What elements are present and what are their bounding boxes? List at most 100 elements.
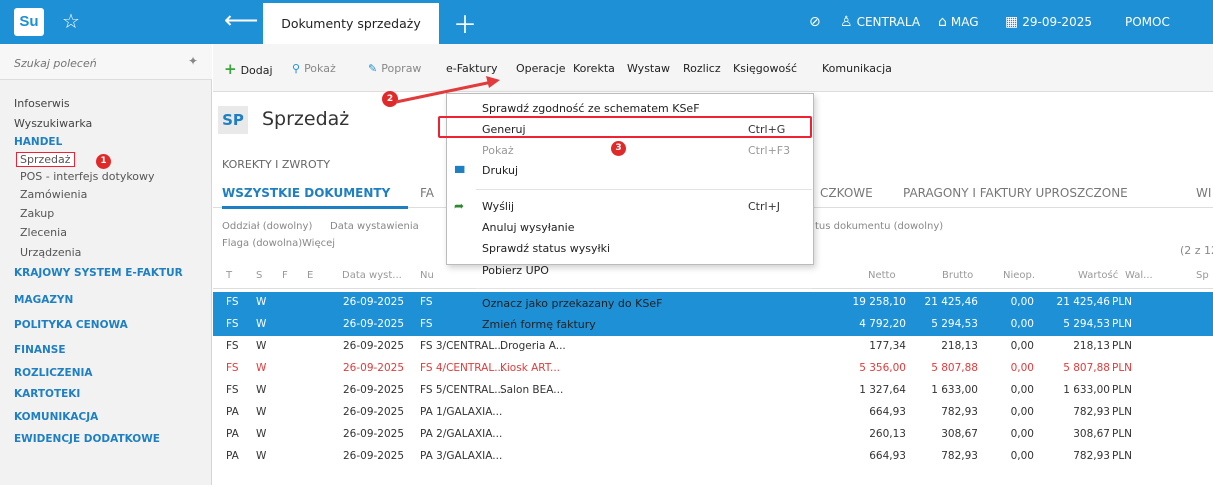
tab-korekty[interactable]: KOREKTY I ZWROTY xyxy=(222,158,330,171)
menu-item[interactable]: Oznacz jako przekazany do KSeF xyxy=(482,297,662,310)
tab-fa[interactable]: FA xyxy=(420,186,434,200)
table-row[interactable]: PA W 26-09-2025 PA 1/GALAXIA... 664,93 782,93… xyxy=(213,402,1213,424)
cell-netto: 19 258,10 xyxy=(852,296,906,308)
col-nieop[interactable]: Nieop. xyxy=(1003,270,1035,281)
record-count: (2 z 12 xyxy=(1180,244,1213,257)
menu-item[interactable]: Sprawdź zgodność ze schematem KSeF xyxy=(482,102,700,115)
cell-data: 26-09-2025 xyxy=(343,318,405,330)
sidebar-item-pos[interactable]: POS - interfejs dotykowy xyxy=(20,170,155,183)
wystaw-menu[interactable]: Wystaw xyxy=(627,62,670,75)
sidebar-section-handel[interactable]: HANDEL xyxy=(14,136,62,148)
cell-nieop: 0,00 xyxy=(1010,362,1034,374)
cell-wal: PLN xyxy=(1112,406,1133,418)
sidebar-item-zlecenia[interactable]: Zlecenia xyxy=(20,226,67,239)
cell-wartosc: 21 425,46 xyxy=(1056,296,1110,308)
menu-item[interactable]: Drukuj xyxy=(482,164,518,177)
filter-status[interactable]: tus dokumentu (dowolny) xyxy=(815,221,943,232)
cell-wal: PLN xyxy=(1112,296,1133,308)
menu-item[interactable]: Sprawdź status wysyłki xyxy=(482,242,610,255)
sidebar-item-zakup[interactable]: Zakup xyxy=(20,207,54,220)
sidebar-item-zamowienia[interactable]: Zamówienia xyxy=(20,188,87,201)
calendar-icon: ▦ xyxy=(1005,14,1019,30)
korekta-menu[interactable]: Korekta xyxy=(573,62,615,75)
table-row[interactable]: FS W 26-09-2025 FS 4 792,20 5 294,53 0,00 5 294… xyxy=(213,314,1213,336)
cell-nieop: 0,00 xyxy=(1010,296,1034,308)
cell-netto: 5 356,00 xyxy=(859,362,906,374)
col-wal[interactable]: Wal... xyxy=(1125,270,1153,281)
search-input[interactable] xyxy=(14,54,174,72)
tab-paragony[interactable]: PARAGONY I FAKTURY UPROSZCZONE xyxy=(903,186,1128,200)
col-e[interactable]: E xyxy=(307,270,313,281)
sidebar-item-infoserwis[interactable]: Infoserwis xyxy=(14,97,70,110)
pin-icon[interactable]: ✦ xyxy=(188,54,198,68)
table-row[interactable]: FS W 26-09-2025 FS 4/CENTRAL... Kiosk ART...… xyxy=(213,358,1213,380)
sidebar-item-urzadzenia[interactable]: Urządzenia xyxy=(20,246,81,259)
cell-wal: PLN xyxy=(1112,428,1133,440)
col-s[interactable]: S xyxy=(256,270,262,281)
sidebar-section-kartoteki[interactable]: KARTOTEKI xyxy=(14,388,80,400)
efaktury-menu[interactable]: e-Faktury xyxy=(446,62,497,75)
table-row[interactable]: PA W 26-09-2025 PA 3/GALAXIA... 664,93 782,93… xyxy=(213,446,1213,468)
cell-netto: 664,93 xyxy=(869,450,906,462)
col-data[interactable]: Data wyst... xyxy=(342,270,402,281)
menu-item[interactable]: Anuluj wysyłanie xyxy=(482,221,574,234)
sidebar-section-ksef[interactable]: KRAJOWY SYSTEM E-FAKTUR xyxy=(14,267,183,279)
menu-item[interactable]: Pokaż xyxy=(482,144,514,157)
cell-nieop: 0,00 xyxy=(1010,428,1034,440)
tab-wszystkie[interactable]: WSZYSTKIE DOKUMENTY xyxy=(222,186,390,200)
sidebar-section-rozliczenia[interactable]: ROZLICZENIA xyxy=(14,367,93,379)
sidebar-section-finanse[interactable]: FINANSE xyxy=(14,344,66,356)
mag-button[interactable]: ⌂ MAG xyxy=(938,0,979,44)
menu-item[interactable]: Generuj xyxy=(482,123,526,136)
popraw-button[interactable]: ✎ Popraw xyxy=(368,62,421,75)
tab-dokumenty-sprzedazy[interactable]: Dokumenty sprzedaży xyxy=(263,3,439,44)
operacje-menu[interactable]: Operacje xyxy=(516,62,566,75)
centrala-button[interactable]: ♙ CENTRALA xyxy=(840,0,920,44)
menu-item[interactable]: Zmień formę faktury xyxy=(482,318,596,331)
filter-wiecej[interactable]: Więcej xyxy=(302,238,335,249)
menu-item[interactable]: Wyślij xyxy=(482,200,514,213)
col-t[interactable]: T xyxy=(226,270,232,281)
table-row[interactable]: FS W 26-09-2025 FS 19 258,10 21 425,46 0,00 21 … xyxy=(213,292,1213,314)
check-circle-icon[interactable]: ⊘ xyxy=(809,0,825,44)
menu-item[interactable]: Pobierz UPO xyxy=(482,264,549,277)
dodaj-button[interactable]: + Dodaj xyxy=(224,60,273,78)
rozlicz-menu[interactable]: Rozlicz xyxy=(683,62,721,75)
col-netto[interactable]: Netto xyxy=(868,270,896,281)
col-brutto[interactable]: Brutto xyxy=(942,270,973,281)
sidebar-section-komunikacja[interactable]: KOMUNIKACJA xyxy=(14,411,98,423)
komunikacja-menu[interactable]: Komunikacja xyxy=(822,62,892,75)
back-arrow-icon[interactable]: ⟵ xyxy=(224,6,258,34)
cell-nr: PA 2/GALAXIA... xyxy=(420,428,503,440)
table-row[interactable]: FS W 26-09-2025 FS 3/CENTRAL... Drogeria A..… xyxy=(213,336,1213,358)
sidebar-section-magazyn[interactable]: MAGAZYN xyxy=(14,294,73,306)
cell-t: PA xyxy=(226,450,239,462)
cell-nieop: 0,00 xyxy=(1010,318,1034,330)
col-nu[interactable]: Nu xyxy=(420,270,434,281)
tab-czkowe[interactable]: CZKOWE xyxy=(820,186,873,200)
cell-data: 26-09-2025 xyxy=(343,340,405,352)
sidebar-item-wyszukiwarka[interactable]: Wyszukiwarka xyxy=(14,117,92,130)
ksiegowosc-menu[interactable]: Księgowość xyxy=(733,62,797,75)
tab-wi[interactable]: WI xyxy=(1196,186,1211,200)
col-f[interactable]: F xyxy=(282,270,288,281)
table-row[interactable]: PA W 26-09-2025 PA 2/GALAXIA... 260,13 308,67… xyxy=(213,424,1213,446)
pokaz-button[interactable]: ⚲ Pokaż xyxy=(292,62,336,75)
new-tab-plus-icon[interactable]: ＋ xyxy=(453,5,477,40)
active-tab-underline xyxy=(222,206,408,209)
filter-data[interactable]: Data wystawienia xyxy=(330,221,419,232)
col-wartosc[interactable]: Wartość xyxy=(1078,270,1118,281)
table-row[interactable]: FS W 26-09-2025 FS 5/CENTRAL... Salon BEA...… xyxy=(213,380,1213,402)
col-sp[interactable]: Sp xyxy=(1196,270,1209,281)
sidebar-section-polityka[interactable]: POLITYKA CENOWA xyxy=(14,319,128,331)
cell-wartosc: 5 294,53 xyxy=(1063,318,1110,330)
date-button[interactable]: ▦ 29-09-2025 xyxy=(1005,0,1092,44)
step-badge-2: 2 xyxy=(382,91,398,107)
cell-wartosc: 782,93 xyxy=(1073,450,1110,462)
sidebar-section-ewidencje[interactable]: EWIDENCJE DODATKOWE xyxy=(14,433,160,445)
star-icon[interactable]: ☆ xyxy=(62,9,80,33)
filter-oddzial[interactable]: Oddział (dowolny) xyxy=(222,221,312,232)
pomoc-button[interactable]: POMOC xyxy=(1125,0,1170,44)
filter-flaga[interactable]: Flaga (dowolna) xyxy=(222,238,302,249)
sidebar-item-sprzedaz[interactable]: Sprzedaż xyxy=(16,152,75,167)
